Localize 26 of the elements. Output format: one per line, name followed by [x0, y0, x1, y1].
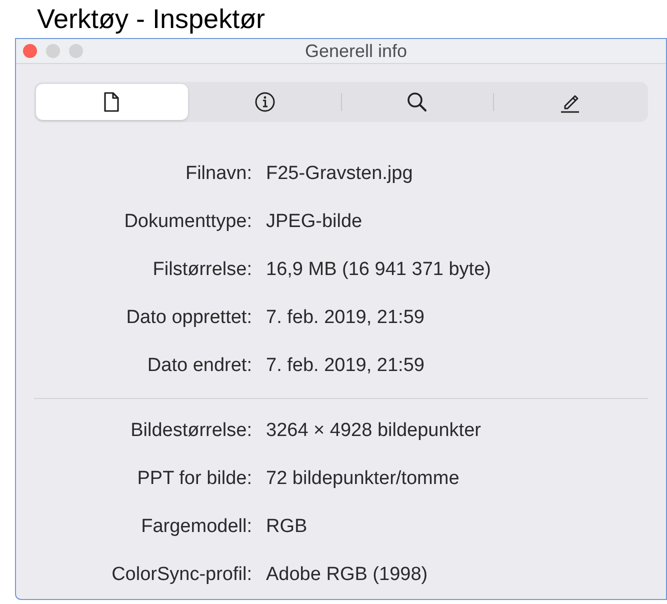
- zoom-button[interactable]: [69, 44, 83, 58]
- field-label: Filstørrelse:: [152, 258, 252, 282]
- field-value: 16,9 MB (16 941 371 byte): [266, 258, 491, 282]
- field-value: RGB: [266, 514, 308, 539]
- field-value: 72 bildepunkter/tomme: [266, 466, 460, 491]
- field-label: Filnavn:: [184, 162, 252, 186]
- window-title: Generell info: [304, 40, 408, 62]
- minimize-button[interactable]: [46, 44, 60, 58]
- field-value: 7. feb. 2019, 21:59: [266, 354, 424, 378]
- inspector-tab[interactable]: [36, 84, 188, 120]
- field-value: 3264 × 4928 bildepunkter: [266, 418, 481, 443]
- field-value: Adobe RGB (1998): [266, 562, 428, 587]
- field-label: ColorSync-profil:: [110, 562, 252, 587]
- field-label: Dato opprettet:: [125, 306, 252, 330]
- field-label: Bildestørrelse:: [130, 418, 252, 443]
- field-value: F25-Gravsten.jpg: [266, 162, 413, 186]
- info-icon: [252, 90, 277, 114]
- field-label: PPT for bilde:: [136, 466, 252, 491]
- search-icon: [405, 90, 430, 114]
- page-heading: Verktøy - Inspektør: [37, 3, 266, 36]
- field-label: Fargemodell:: [140, 514, 252, 539]
- field-label: Dato endret:: [146, 354, 252, 378]
- field-value: 7. feb. 2019, 21:59: [266, 306, 424, 330]
- field-value: JPEG-bilde: [266, 210, 362, 234]
- close-button[interactable]: [23, 44, 37, 58]
- field-label: Dokumenttype:: [123, 210, 252, 234]
